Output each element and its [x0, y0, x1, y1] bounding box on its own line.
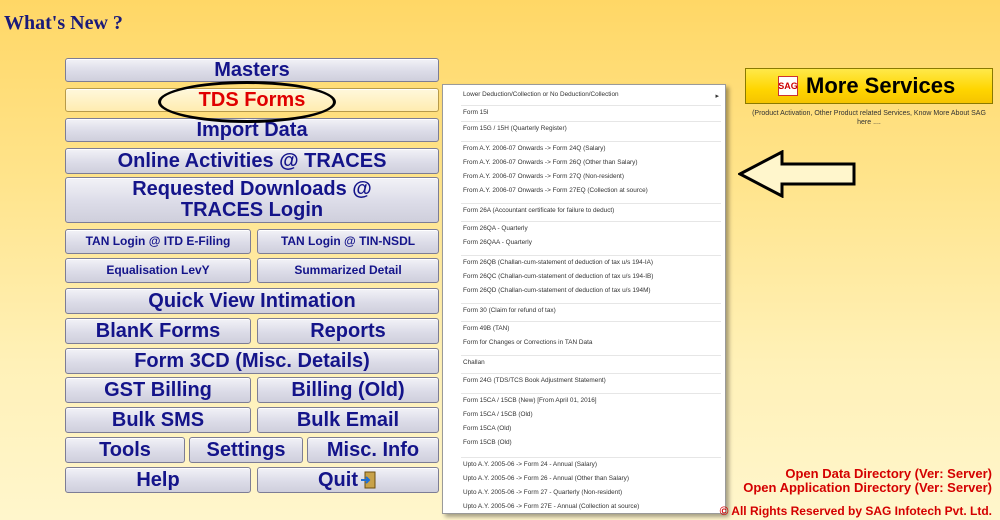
- tan-login-itd-button[interactable]: TAN Login @ ITD E-Filing: [65, 229, 251, 254]
- tds-forms-button[interactable]: TDS Forms: [65, 88, 439, 112]
- import-data-label: Import Data: [196, 118, 308, 141]
- bulk-email-button[interactable]: Bulk Email: [257, 407, 439, 433]
- menu-separator: [461, 393, 721, 394]
- equalisation-levy-button[interactable]: Equalisation LevY: [65, 258, 251, 283]
- menu-item[interactable]: Form 26A (Accountant certificate for fai…: [463, 207, 614, 214]
- more-services-button[interactable]: SAG More Services: [745, 68, 993, 104]
- menu-item[interactable]: Form 30 (Claim for refund of tax): [463, 307, 556, 314]
- whats-new-link[interactable]: What's New ?: [4, 12, 123, 35]
- menu-item[interactable]: Challan: [463, 359, 485, 366]
- menu-item[interactable]: From A.Y. 2006-07 Onwards -> Form 27EQ (…: [463, 187, 648, 194]
- menu-separator: [461, 221, 721, 222]
- menu-item[interactable]: Form 49B (TAN): [463, 325, 509, 332]
- menu-separator: [461, 203, 721, 204]
- misc-info-label: Misc. Info: [326, 438, 420, 461]
- summarized-detail-label: Summarized Detail: [294, 263, 402, 278]
- menu-item[interactable]: From A.Y. 2006-07 Onwards -> Form 24Q (S…: [463, 145, 605, 152]
- online-activities-label: Online Activities @ TRACES: [117, 149, 387, 172]
- menu-separator: [461, 457, 721, 458]
- help-label: Help: [136, 468, 180, 491]
- tan-login-nsdl-button[interactable]: TAN Login @ TIN-NSDL: [257, 229, 439, 254]
- menu-item[interactable]: Form 15CA / 15CB (Old): [463, 411, 533, 418]
- menu-item[interactable]: Form 15CA (Old): [463, 425, 511, 432]
- menu-item[interactable]: Upto A.Y. 2005-06 -> Form 27E - Annual (…: [463, 503, 639, 510]
- tools-button[interactable]: Tools: [65, 437, 185, 463]
- form-3cd-button[interactable]: Form 3CD (Misc. Details): [65, 348, 439, 374]
- menu-separator: [461, 105, 721, 106]
- gst-billing-button[interactable]: GST Billing: [65, 377, 251, 403]
- menu-item[interactable]: Form 15CA / 15CB (New) [From April 01, 2…: [463, 397, 597, 404]
- sag-logo-icon: SAG: [778, 76, 798, 96]
- menu-item[interactable]: Upto A.Y. 2005-06 -> Form 26 - Annual (O…: [463, 475, 629, 482]
- tan-login-itd-label: TAN Login @ ITD E-Filing: [85, 234, 231, 249]
- menu-item[interactable]: Form 26QAA - Quarterly: [463, 239, 532, 246]
- menu-separator: [461, 303, 721, 304]
- bulk-sms-label: Bulk SMS: [111, 408, 205, 431]
- bulk-sms-button[interactable]: Bulk SMS: [65, 407, 251, 433]
- import-data-button[interactable]: Import Data: [65, 118, 439, 142]
- menu-item[interactable]: Form 26QB (Challan-cum-statement of dedu…: [463, 259, 653, 266]
- help-button[interactable]: Help: [65, 467, 251, 493]
- menu-item[interactable]: Form 15G / 15H (Quarterly Register): [463, 125, 567, 132]
- menu-separator: [461, 121, 721, 122]
- menu-separator: [461, 321, 721, 322]
- tan-login-nsdl-label: TAN Login @ TIN-NSDL: [280, 234, 416, 249]
- requested-downloads-label: Requested Downloads @ TRACES Login: [132, 178, 372, 221]
- menu-item[interactable]: Lower Deduction/Collection or No Deducti…: [463, 91, 619, 98]
- more-services-label: More Services: [806, 73, 956, 98]
- reports-label: Reports: [310, 319, 386, 342]
- quit-button[interactable]: Quit: [257, 467, 439, 493]
- menu-item[interactable]: Upto A.Y. 2005-06 -> Form 24 - Annual (S…: [463, 461, 597, 468]
- requested-downloads-button[interactable]: Requested Downloads @ TRACES Login: [65, 177, 439, 223]
- quick-view-label: Quick View Intimation: [148, 289, 356, 312]
- menu-separator: [461, 373, 721, 374]
- menu-separator: [461, 255, 721, 256]
- settings-label: Settings: [206, 438, 286, 461]
- masters-label: Masters: [214, 58, 290, 81]
- blank-forms-button[interactable]: BlanK Forms: [65, 318, 251, 344]
- masters-button[interactable]: Masters: [65, 58, 439, 82]
- quick-view-intimation-button[interactable]: Quick View Intimation: [65, 288, 439, 314]
- menu-item[interactable]: From A.Y. 2006-07 Onwards -> Form 27Q (N…: [463, 173, 624, 180]
- menu-item[interactable]: Form 26QA - Quarterly: [463, 225, 528, 232]
- misc-info-button[interactable]: Misc. Info: [307, 437, 439, 463]
- menu-item[interactable]: From A.Y. 2006-07 Onwards -> Form 26Q (O…: [463, 159, 637, 166]
- billing-old-label: Billing (Old): [291, 378, 405, 401]
- pointer-arrow-icon: [738, 150, 856, 198]
- equalisation-levy-label: Equalisation LevY: [106, 263, 210, 278]
- summarized-detail-button[interactable]: Summarized Detail: [257, 258, 439, 283]
- tools-label: Tools: [99, 438, 151, 461]
- open-data-directory-link[interactable]: Open Data Directory (Ver: Server): [785, 466, 992, 481]
- gst-billing-label: GST Billing: [104, 378, 212, 401]
- menu-item[interactable]: Form 15CB (Old): [463, 439, 512, 446]
- copyright-text: © All Rights Reserved by SAG Infotech Pv…: [719, 504, 992, 518]
- menu-item[interactable]: Form for Changes or Corrections in TAN D…: [463, 339, 592, 346]
- menu-item[interactable]: Upto A.Y. 2005-06 -> Form 27 - Quarterly…: [463, 489, 622, 496]
- menu-item[interactable]: Form 15I: [463, 109, 489, 116]
- quit-label: Quit: [318, 468, 358, 491]
- menu-item[interactable]: Form 24G (TDS/TCS Book Adjustment Statem…: [463, 377, 606, 384]
- more-services-description: (Product Activation, Other Product relat…: [752, 110, 986, 126]
- open-application-directory-link[interactable]: Open Application Directory (Ver: Server): [743, 480, 992, 495]
- menu-item[interactable]: Form 26QD (Challan-cum-statement of dedu…: [463, 287, 651, 294]
- bulk-email-label: Bulk Email: [296, 408, 400, 431]
- blank-forms-label: BlanK Forms: [95, 319, 221, 342]
- online-activities-button[interactable]: Online Activities @ TRACES: [65, 148, 439, 174]
- menu-separator: [461, 355, 721, 356]
- tds-forms-menu: Lower Deduction/Collection or No Deducti…: [442, 84, 726, 514]
- reports-button[interactable]: Reports: [257, 318, 439, 344]
- billing-old-button[interactable]: Billing (Old): [257, 377, 439, 403]
- submenu-arrow-icon: ▸: [715, 93, 719, 100]
- tds-forms-label: TDS Forms: [198, 88, 306, 111]
- form-3cd-label: Form 3CD (Misc. Details): [134, 349, 370, 372]
- menu-item[interactable]: Form 26QC (Challan-cum-statement of dedu…: [463, 273, 653, 280]
- settings-button[interactable]: Settings: [189, 437, 303, 463]
- exit-door-icon: [361, 471, 376, 489]
- menu-separator: [461, 141, 721, 142]
